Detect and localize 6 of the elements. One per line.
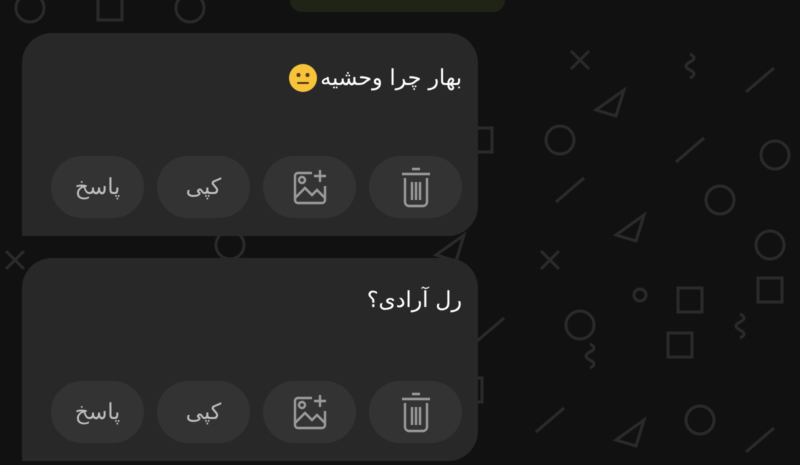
action-button[interactable]: کپی <box>157 156 250 218</box>
message-text: بهار چرا وحشیه <box>320 66 462 90</box>
action-button[interactable]: پاسخ <box>51 156 144 218</box>
action-button[interactable]: کپی <box>157 381 250 443</box>
action-button[interactable]: پاسخ <box>51 381 144 443</box>
message-text: رل آرادی؟ <box>366 288 462 313</box>
